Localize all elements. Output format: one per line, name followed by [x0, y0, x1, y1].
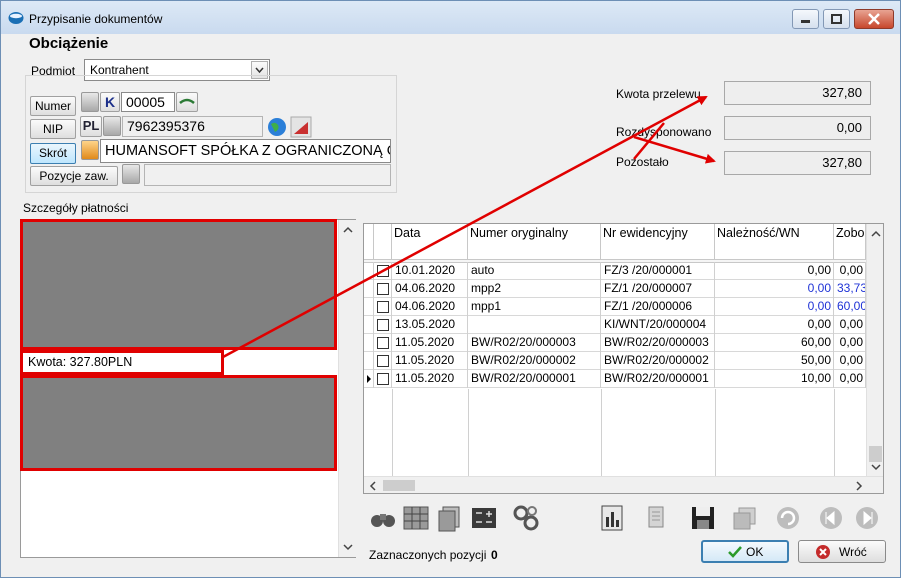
arrow-to-pozostalo: [633, 135, 716, 164]
window: Przypisanie dokumentów Obciążenie Podmio…: [0, 0, 901, 578]
annotation-arrows: [222, 95, 716, 359]
arrow-to-kwota: [222, 95, 708, 359]
